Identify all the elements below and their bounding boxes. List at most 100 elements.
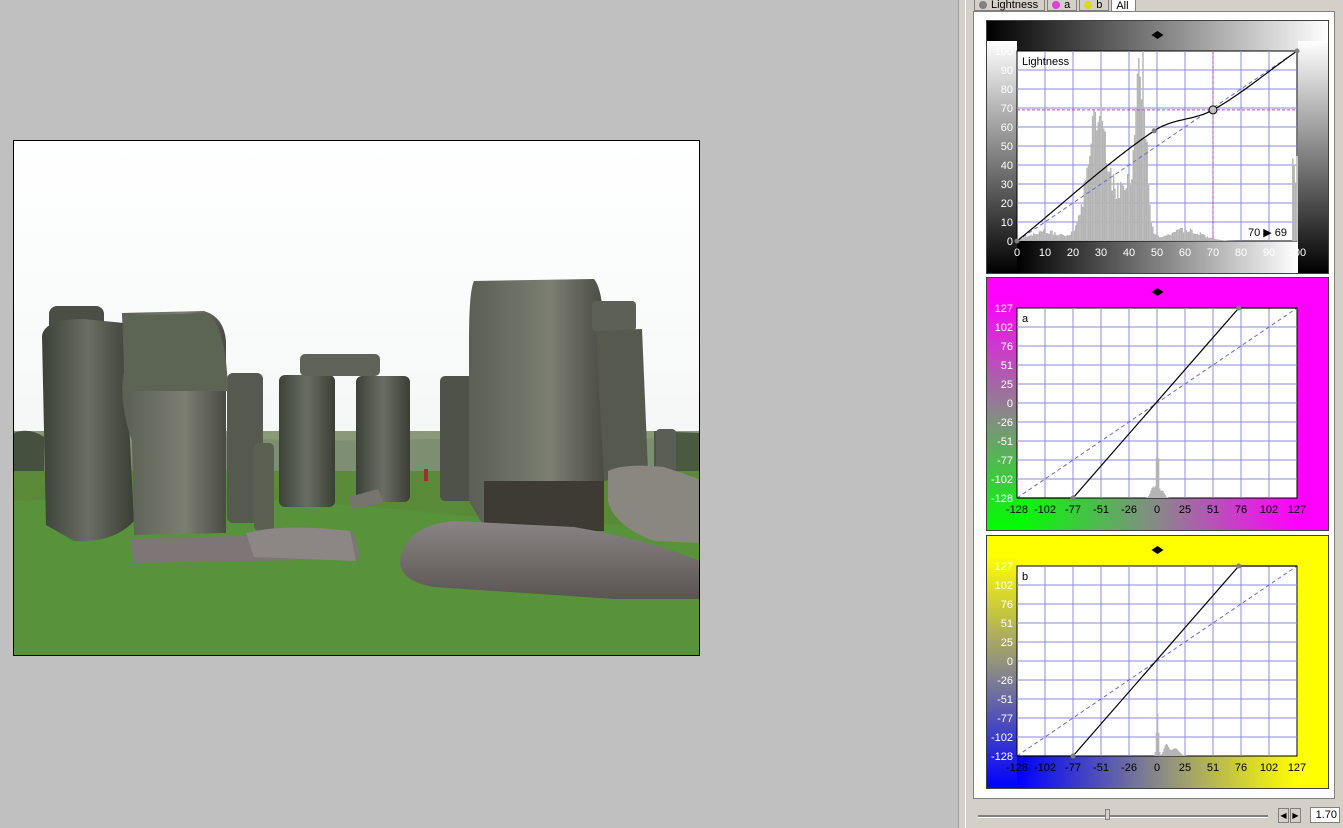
control-point [1151, 128, 1157, 134]
x-tick-label: 51 [1207, 762, 1219, 774]
x-tick-label: 100 [1288, 247, 1306, 259]
control-point [1070, 495, 1076, 501]
x-tick-label: 0 [1014, 247, 1020, 259]
y-tick-label: 30 [1001, 179, 1013, 191]
x-tick-label: 80 [1235, 247, 1247, 259]
y-tick-label: 76 [1001, 341, 1013, 353]
tab-label: a [1064, 0, 1071, 11]
x-tick-label: -128 [1006, 504, 1028, 516]
curve-svg: a-128-128-102-102-77-77-51-51-26-2600252… [987, 278, 1328, 530]
y-tick-label: 90 [1001, 65, 1013, 77]
document-image[interactable] [13, 140, 700, 656]
y-tick-label: 127 [995, 303, 1013, 315]
curves-panel: Lightness a b All Lightness 0 0 10 10 20 20 30 3… [966, 0, 1343, 828]
x-tick-label: 25 [1179, 504, 1191, 516]
tab-a[interactable]: a [1047, 0, 1078, 11]
x-tick-label: -51 [1093, 504, 1109, 516]
frame-right-gradient [1298, 298, 1328, 530]
x-tick-label: 10 [1039, 247, 1051, 259]
zoom-slider-track[interactable] [978, 815, 1268, 818]
y-tick-label: 10 [1001, 217, 1013, 229]
x-tick-label: -102 [1034, 762, 1056, 774]
channel-label: a [1022, 313, 1029, 325]
x-tick-label: -77 [1065, 504, 1081, 516]
y-tick-label: 70 [1001, 103, 1013, 115]
x-tick-label: 30 [1095, 247, 1107, 259]
frame-right-gradient [1298, 41, 1328, 273]
y-tick-label: 25 [1001, 379, 1013, 391]
zoom-increase-button[interactable]: ▶ [1290, 808, 1301, 823]
x-tick-label: 102 [1260, 504, 1278, 516]
x-tick-label: -128 [1006, 762, 1028, 774]
x-tick-label: -26 [1121, 504, 1137, 516]
y-tick-label: 25 [1001, 637, 1013, 649]
control-point [1294, 48, 1300, 54]
curve-svg: Lightness 00 10 10 20 20 30 30 40 40 50 50 60 60 70 70 8… [987, 21, 1328, 273]
x-tick-label: 0 [1154, 504, 1160, 516]
x-tick-label: -102 [1034, 504, 1056, 516]
y-tick-label: -26 [997, 417, 1013, 429]
y-tick-label: 0 [1007, 398, 1013, 410]
x-tick-label: 40 [1123, 247, 1135, 259]
zoom-bar: ◀ ▶ 1.70 [974, 805, 1342, 825]
tab-label: Lightness [991, 0, 1039, 11]
tab-label: b [1096, 0, 1103, 11]
y-tick-label: 40 [1001, 160, 1013, 172]
tab-b[interactable]: b [1079, 0, 1110, 11]
image-canvas [0, 0, 958, 828]
x-tick-label: 70 [1207, 247, 1219, 259]
channel-label: b [1022, 571, 1028, 583]
zoom-slider-thumb[interactable] [1104, 809, 1110, 820]
y-tick-label: 0 [1007, 236, 1013, 248]
a-curve-editor[interactable]: a -128 -128 -102 -102 -77 -77 -51 -51 -26 -26 0 0 25 2… [986, 277, 1329, 531]
zoom-value-field[interactable]: 1.70 [1310, 807, 1340, 823]
frame-right-gradient [1298, 556, 1328, 788]
control-point [1070, 753, 1076, 759]
stonehenge-photo [14, 141, 699, 655]
y-tick-label: -77 [997, 455, 1013, 467]
zoom-decrease-button[interactable]: ◀ [1278, 808, 1289, 823]
channel-label: Lightness [1022, 56, 1070, 68]
b-dot-icon [1084, 1, 1093, 9]
y-tick-label: 100 [995, 46, 1013, 58]
point-readout: 70 ▶ 69 [1248, 227, 1287, 239]
control-point [1236, 305, 1242, 311]
x-tick-label: -26 [1121, 762, 1137, 774]
y-tick-label: 127 [995, 561, 1013, 573]
y-tick-label: 51 [1001, 618, 1013, 630]
x-tick-label: 90 [1263, 247, 1275, 259]
x-tick-label: 127 [1288, 504, 1306, 516]
y-tick-label: -102 [991, 732, 1013, 744]
x-tick-label: 20 [1067, 247, 1079, 259]
x-tick-label: 0 [1154, 762, 1160, 774]
x-tick-label: 76 [1235, 762, 1247, 774]
control-point [1014, 238, 1020, 244]
y-tick-label: 76 [1001, 599, 1013, 611]
b-curve-editor[interactable]: b -128 -128 -102 -102 -77 -77 -51 -51 -26 -26 0 0 25 2… [986, 535, 1329, 789]
panel-splitter[interactable] [958, 0, 966, 828]
tab-label: All [1116, 0, 1129, 12]
x-tick-label: 25 [1179, 762, 1191, 774]
y-tick-label: 0 [1007, 656, 1013, 668]
x-tick-label: 127 [1288, 762, 1306, 774]
y-tick-label: 60 [1001, 122, 1013, 134]
y-tick-label: -26 [997, 675, 1013, 687]
x-tick-label: -77 [1065, 762, 1081, 774]
lightness-dot-icon [979, 1, 987, 9]
tab-lightness[interactable]: Lightness [974, 0, 1046, 11]
a-dot-icon [1052, 1, 1061, 9]
y-tick-label: -102 [991, 474, 1013, 486]
y-tick-label: 50 [1001, 141, 1013, 153]
y-tick-label: 102 [995, 580, 1013, 592]
x-tick-label: 60 [1179, 247, 1191, 259]
x-tick-label: -51 [1093, 762, 1109, 774]
control-point [1236, 563, 1242, 569]
lightness-curve-editor[interactable]: Lightness 0 0 10 10 20 20 30 30 40 40 50 50 60 60 70 70 8… [986, 20, 1329, 274]
y-tick-label: -51 [997, 694, 1013, 706]
x-tick-label: 102 [1260, 762, 1278, 774]
y-tick-label: 80 [1001, 84, 1013, 96]
curve-svg: b-128-128-102-102-77-77-51-51-26-2600252… [987, 536, 1328, 788]
x-tick-label: 50 [1151, 247, 1163, 259]
y-tick-label: -51 [997, 436, 1013, 448]
selected-control-point [1208, 105, 1218, 115]
